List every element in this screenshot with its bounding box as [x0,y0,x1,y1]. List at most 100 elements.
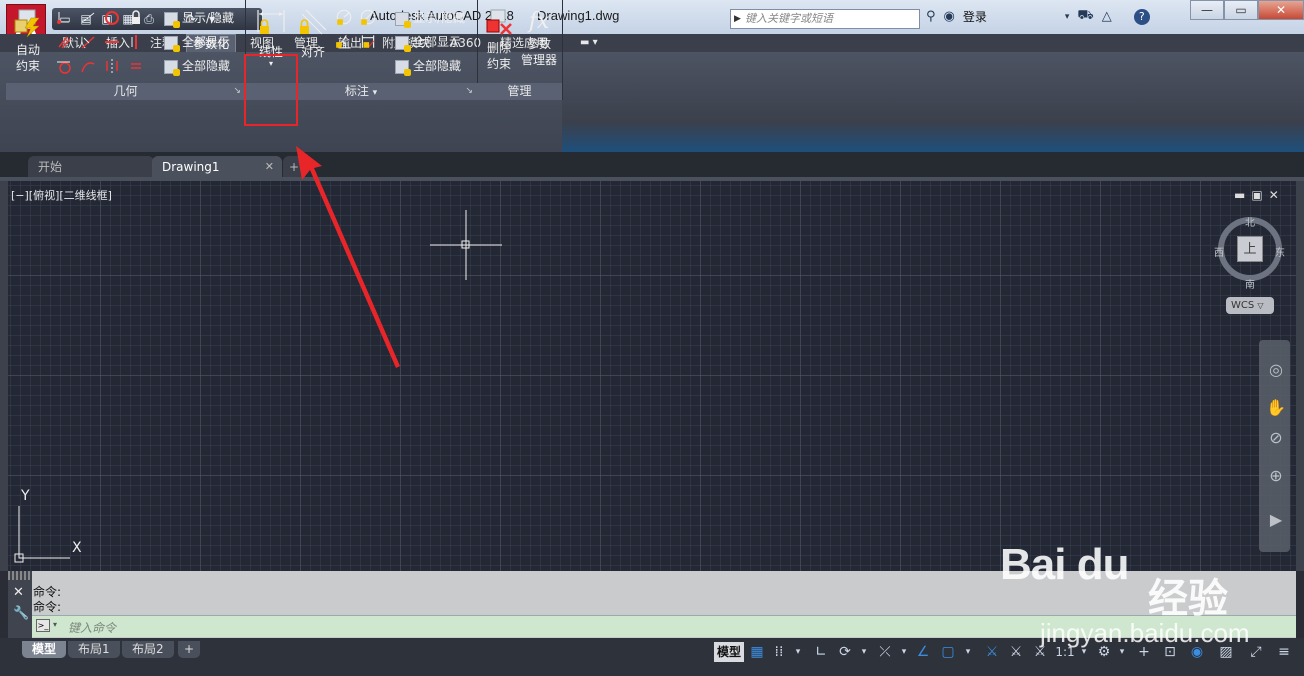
command-customize-wrench-icon[interactable]: 🔧 [13,606,29,621]
grid-display-icon[interactable]: ▦ [748,642,766,662]
delete-label-2: 约束 [486,57,511,71]
dimension-hide-all-button[interactable]: 全部隐藏 [395,56,461,76]
annotation-visibility-icon[interactable]: ⚔ [982,642,1002,662]
coincident-icon[interactable] [56,10,72,26]
model-space-button[interactable]: 模型 [714,642,744,662]
geometry-hide-all-button[interactable]: 全部隐藏 [164,56,230,76]
tangent-icon[interactable] [56,58,72,74]
wcs-dropdown-icon: ▽ [1257,301,1264,310]
isodraft-icon[interactable]: ⤫ [876,642,894,662]
object-snap-tracking-icon[interactable]: ∠ [914,642,932,662]
auto-constrain-button[interactable]: 自动 约束 [10,8,46,74]
concentric-icon[interactable] [104,10,120,26]
user-icon[interactable]: ◉ [944,9,955,24]
plus-icon: + [184,642,195,656]
manage-panel-title[interactable]: 管理 [477,83,562,100]
panel-launcher-icon[interactable]: ↘ [233,83,241,100]
command-window-grip[interactable] [8,571,32,580]
layout-tab-layout1[interactable]: 布局1 [68,641,120,658]
symmetric-icon[interactable] [104,58,120,74]
compass-west[interactable]: 西 [1214,244,1224,259]
file-tab-drawing1[interactable]: Drawing1 ✕ [152,156,282,178]
file-tab-start[interactable]: 开始 [28,156,154,178]
viewport-restore-icon[interactable]: ▣ [1251,188,1262,202]
add-layout-button[interactable]: + [178,641,201,658]
delete-constraints-button[interactable]: 删除 约束 [479,8,519,72]
radius-dimension-icon[interactable] [335,8,353,26]
viewport-close-icon[interactable]: ✕ [1269,188,1279,202]
panel-expand-icon[interactable]: ▾ [373,88,378,98]
geometry-panel-title[interactable]: 几何 ↘ [6,83,245,100]
close-button[interactable]: ✕ [1258,0,1304,20]
command-window-sidebar [8,571,32,638]
ucs-y-label: Y [21,488,30,504]
ortho-icon[interactable]: ∟ [812,642,830,662]
baidu-watermark-text: 经验 [1148,576,1228,622]
help-icon[interactable]: ? [1133,8,1150,25]
compass-north[interactable]: 北 [1245,214,1255,229]
perpendicular-icon[interactable] [80,34,96,50]
geometry-show-hide-button[interactable]: 显示/隐藏 [164,8,234,28]
dim-show-hide-icon [395,11,411,28]
highlight-box [244,54,298,126]
snap-mode-icon[interactable]: ⁞⁞ [770,642,788,662]
login-link[interactable]: 登录 [963,8,987,25]
equal-icon[interactable] [128,58,144,74]
aligned-dimension-button[interactable]: 对齐 [295,6,331,60]
customization-menu-icon[interactable]: ≡ [1272,642,1296,662]
aligned-dimension-icon [300,9,327,35]
drawing-canvas[interactable] [8,181,1296,571]
hide-all-icon [164,59,180,76]
command-close-icon[interactable]: ✕ [13,585,24,600]
fix-lock-icon[interactable] [128,10,144,26]
binoculars-icon[interactable]: ⚲ [926,9,936,24]
collinear-icon[interactable] [80,10,96,26]
zoom-extents-icon[interactable]: ⊘ [1266,428,1286,447]
maximize-button[interactable]: ▭ [1224,0,1258,20]
layout-tab-model[interactable]: 模型 [22,641,67,658]
isodraft-dropdown-icon[interactable]: ▾ [898,642,910,662]
polar-dropdown-icon[interactable]: ▾ [858,642,870,662]
a360-icon[interactable]: △ [1102,9,1112,24]
showmotion-icon[interactable]: ▶ [1266,510,1286,529]
minimize-button[interactable]: — [1190,0,1224,20]
ribbon-options-icon[interactable]: ▬ ▾ [574,34,604,52]
login-dropdown-icon[interactable]: ▾ [1065,12,1070,22]
pan-hand-icon[interactable]: ✋ [1266,398,1286,417]
polar-tracking-icon[interactable]: ⟳ [836,642,854,662]
recent-commands-dropdown-icon[interactable]: ▾ [53,620,57,629]
geometry-show-all-button[interactable]: 全部显示 [164,32,230,52]
close-tab-icon[interactable]: ✕ [265,156,274,178]
diameter-dimension-icon[interactable] [359,8,377,26]
wcs-menu[interactable]: WCS ▽ [1226,297,1274,314]
dimension-show-hide-button[interactable]: 显示/隐藏 [395,8,465,28]
steering-wheel-icon[interactable]: ◎ [1266,360,1286,379]
dim-panel-launcher-icon[interactable]: ↘ [465,83,473,100]
dimension-show-all-button[interactable]: 全部显示 [395,32,461,52]
viewport-controls-label[interactable]: [−][俯视][二维线框] [11,187,112,203]
auto-scale-icon[interactable]: ⚔ [1006,642,1026,662]
parameters-manager-button[interactable]: fx 参数 管理器 [519,8,559,68]
expand-arrow-icon[interactable]: ▶ [734,10,741,28]
search-input[interactable]: ▶ 键入关键字或短语 [730,9,920,29]
cart-icon[interactable]: ⛟ [1077,8,1093,25]
osnap-dropdown-icon[interactable]: ▾ [962,642,974,662]
baidu-watermark-url: jingyan.baidu.com [1040,618,1250,648]
compass-south[interactable]: 南 [1245,276,1255,291]
viewcube-top-face[interactable]: 上 [1237,236,1263,262]
snap-dropdown-icon[interactable]: ▾ [792,642,804,662]
layout-tab-layout2[interactable]: 布局2 [122,641,174,658]
orbit-icon[interactable]: ⊕ [1266,466,1286,485]
angular-dimension-icon[interactable] [335,32,353,50]
ribbon-empty-area [562,52,1304,152]
smooth-icon[interactable] [80,58,96,74]
object-snap-icon[interactable]: ▢ [938,642,958,662]
viewport-minimize-icon[interactable]: ▬ [1234,188,1245,202]
horizontal-icon[interactable] [104,34,120,50]
compass-east[interactable]: 东 [1275,244,1285,259]
vertical-icon[interactable] [128,34,144,50]
canvas-frame-left [0,181,8,571]
command-prompt-icon[interactable]: >_ [36,619,50,632]
convert-dimension-icon[interactable] [359,32,377,50]
parallel-icon[interactable] [56,34,72,50]
